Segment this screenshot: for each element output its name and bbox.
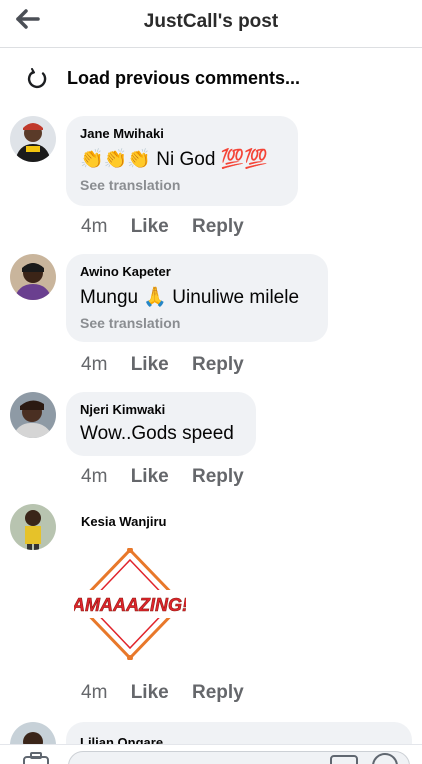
comment-bubble: Njeri Kimwaki Wow..Gods speed xyxy=(66,392,256,456)
load-previous-comments-button[interactable]: Load previous comments... xyxy=(0,60,422,98)
comment-bubble: Awino Kapeter Mungu 🙏 Uinuliwe milele Se… xyxy=(66,254,328,342)
like-button[interactable]: Like xyxy=(131,682,169,704)
comment-author-wrap: Kesia Wanjiru xyxy=(81,514,166,529)
sticker-text: AMAAAZING! xyxy=(74,595,186,615)
avatar[interactable] xyxy=(10,116,56,162)
refresh-icon xyxy=(26,68,48,90)
reply-button[interactable]: Reply xyxy=(192,466,244,488)
comment-time: 4m xyxy=(81,682,108,703)
reply-button[interactable]: Reply xyxy=(192,354,244,376)
comment-time: 4m xyxy=(81,466,108,487)
comment-text: Mungu 🙏 Uinuliwe milele xyxy=(80,287,300,308)
see-translation-link[interactable]: See translation xyxy=(80,177,284,193)
camera-icon[interactable] xyxy=(22,751,50,764)
load-previous-label: Load previous comments... xyxy=(67,68,301,88)
comment-text: 👏👏👏 Ni God 💯💯 xyxy=(80,149,268,170)
comment-actions: 4m Like Reply xyxy=(81,682,262,704)
comment-author[interactable]: Njeri Kimwaki xyxy=(80,402,242,417)
comment-author[interactable]: Jane Mwihaki xyxy=(80,126,284,141)
sticker-image[interactable]: AMAAAZING! xyxy=(71,547,188,661)
comment-actions: 4m Like Reply xyxy=(81,216,262,238)
gif-icon[interactable] xyxy=(330,755,358,764)
reply-button[interactable]: Reply xyxy=(192,216,244,238)
comment-time: 4m xyxy=(81,216,108,237)
avatar[interactable] xyxy=(10,392,56,438)
comment-actions: 4m Like Reply xyxy=(81,466,262,488)
comment-author[interactable]: Awino Kapeter xyxy=(80,264,314,279)
like-button[interactable]: Like xyxy=(131,216,169,238)
comment-time: 4m xyxy=(81,354,108,375)
reply-button[interactable]: Reply xyxy=(192,682,244,704)
top-bar: JustCall's post xyxy=(0,0,422,48)
comment-bubble: Jane Mwihaki 👏👏👏 Ni God 💯💯 See translati… xyxy=(66,116,298,206)
comment-composer-bar xyxy=(0,744,422,764)
comment-author[interactable]: Kesia Wanjiru xyxy=(81,514,166,529)
like-button[interactable]: Like xyxy=(131,466,169,488)
like-button[interactable]: Like xyxy=(131,354,169,376)
page-title: JustCall's post xyxy=(143,11,279,32)
write-comment-input[interactable] xyxy=(68,751,410,764)
avatar[interactable] xyxy=(10,254,56,300)
comment-text: Wow..Gods speed xyxy=(80,423,234,444)
see-translation-link[interactable]: See translation xyxy=(80,315,314,331)
comment-actions: 4m Like Reply xyxy=(81,354,262,376)
avatar[interactable] xyxy=(10,504,56,550)
